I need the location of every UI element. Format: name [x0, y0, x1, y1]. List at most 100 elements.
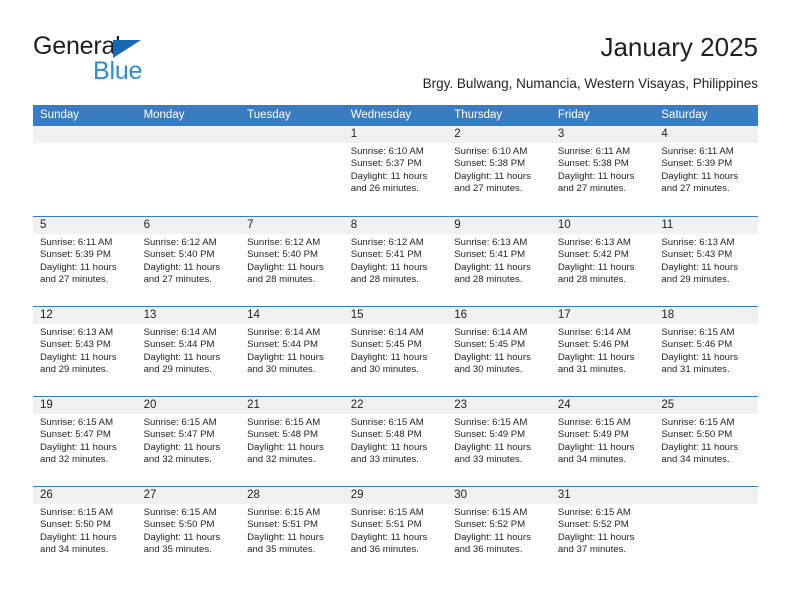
calendar-day-cell[interactable]: 2 Sunrise: 6:10 AM Sunset: 5:38 PM Daylight…: [447, 126, 551, 216]
sunrise-text: Sunrise: 6:15 AM: [454, 507, 528, 518]
day-sun-info: Sunrise: 6:15 AM Sunset: 5:50 PM Daylight:…: [661, 417, 754, 467]
daylight-text: Daylight: 11 hours and 33 minutes.: [454, 441, 531, 466]
sunset-text: Sunset: 5:44 PM: [247, 339, 319, 351]
calendar-day-cell[interactable]: 10 Sunrise: 6:13 AM Sunset: 5:42 PM Dayligh…: [550, 217, 655, 306]
calendar-day-cell[interactable]: 12 Sunrise: 6:13 AM Sunset: 5:43 PM Dayligh…: [33, 307, 137, 396]
calendar-day-cell-empty: [136, 126, 241, 216]
day-sun-info: Sunrise: 6:14 AM Sunset: 5:44 PM Daylight:…: [144, 327, 237, 377]
day-number: 26: [40, 489, 53, 501]
sunset-text: Sunset: 5:41 PM: [454, 249, 526, 261]
day-sun-info: Sunrise: 6:12 AM Sunset: 5:41 PM Daylight:…: [351, 237, 444, 287]
daylight-text: Daylight: 11 hours and 32 minutes.: [143, 441, 221, 466]
calendar-day-cell[interactable]: 24 Sunrise: 6:15 AM Sunset: 5:49 PM Dayligh…: [550, 397, 655, 486]
calendar-day-cell[interactable]: 22 Sunrise: 6:15 AM Sunset: 5:48 PM Dayligh…: [343, 397, 448, 486]
page-subtitle: Brgy. Bulwang, Numancia, Western Visayas…: [422, 76, 758, 91]
daylight-text: Daylight: 11 hours and 27 minutes.: [454, 170, 531, 195]
brand-logo[interactable]: General Blue: [33, 32, 233, 88]
sunrise-text: Sunrise: 6:13 AM: [557, 237, 631, 248]
sunrise-text: Sunrise: 6:15 AM: [40, 417, 114, 428]
day-number: 30: [454, 489, 468, 501]
calendar-day-cell[interactable]: 13 Sunrise: 6:14 AM Sunset: 5:44 PM Dayligh…: [136, 307, 241, 396]
sunrise-text: Sunrise: 6:14 AM: [143, 327, 217, 338]
calendar-day-cell-empty: [240, 126, 344, 216]
day-sun-info: Sunrise: 6:11 AM Sunset: 5:38 PM Daylight:…: [558, 146, 651, 196]
calendar-day-cell[interactable]: 16 Sunrise: 6:14 AM Sunset: 5:45 PM Dayligh…: [447, 307, 551, 396]
calendar-day-cell[interactable]: 15 Sunrise: 6:14 AM Sunset: 5:45 PM Dayligh…: [343, 307, 448, 396]
weekday-header-saturday: Saturday: [661, 109, 708, 121]
daylight-text: Daylight: 11 hours and 28 minutes.: [557, 261, 635, 286]
calendar-day-cell[interactable]: 29 Sunrise: 6:15 AM Sunset: 5:51 PM Dayligh…: [343, 487, 448, 576]
page-header: General Blue January 2025 Brgy. Bulwang,…: [0, 0, 792, 100]
sunrise-text: Sunrise: 6:10 AM: [350, 146, 424, 157]
day-number: 29: [350, 489, 364, 501]
daylight-text: Daylight: 11 hours and 27 minutes.: [40, 261, 117, 286]
weekday-header-friday: Friday: [557, 109, 590, 121]
sunset-text: Sunset: 5:38 PM: [454, 158, 526, 170]
weekday-header-monday: Monday: [143, 109, 185, 121]
weekday-header-thursday: Thursday: [454, 109, 503, 121]
day-sun-info: Sunrise: 6:15 AM Sunset: 5:48 PM Daylight:…: [247, 417, 340, 467]
calendar-day-cell[interactable]: 5 Sunrise: 6:11 AM Sunset: 5:39 PM Daylight…: [33, 217, 137, 306]
day-number: 3: [557, 128, 565, 140]
calendar-day-cell[interactable]: 20 Sunrise: 6:15 AM Sunset: 5:47 PM Dayligh…: [136, 397, 241, 486]
day-sun-info: Sunrise: 6:15 AM Sunset: 5:49 PM Daylight:…: [558, 417, 651, 467]
calendar-day-cell[interactable]: 7 Sunrise: 6:12 AM Sunset: 5:40 PM Daylight…: [240, 217, 344, 306]
calendar-day-cell[interactable]: 1 Sunrise: 6:10 AM Sunset: 5:37 PM Daylight…: [343, 126, 448, 216]
calendar-day-cell[interactable]: 28 Sunrise: 6:15 AM Sunset: 5:51 PM Dayligh…: [240, 487, 344, 576]
day-number: 12: [40, 309, 53, 321]
sunset-text: Sunset: 5:51 PM: [350, 519, 422, 531]
daylight-text: Daylight: 11 hours and 33 minutes.: [350, 441, 428, 466]
sunrise-text: Sunrise: 6:15 AM: [143, 417, 217, 428]
daylight-text: Daylight: 11 hours and 37 minutes.: [557, 531, 635, 556]
sunset-text: Sunset: 5:44 PM: [143, 339, 215, 351]
day-number: 8: [350, 219, 358, 231]
calendar-day-cell[interactable]: 8 Sunrise: 6:12 AM Sunset: 5:41 PM Daylight…: [343, 217, 448, 306]
calendar-day-cell[interactable]: 30 Sunrise: 6:15 AM Sunset: 5:52 PM Dayligh…: [447, 487, 551, 576]
day-number: 28: [247, 489, 260, 501]
sunrise-text: Sunrise: 6:11 AM: [557, 146, 631, 157]
sunset-text: Sunset: 5:43 PM: [40, 339, 111, 351]
calendar-day-cell[interactable]: 17 Sunrise: 6:14 AM Sunset: 5:46 PM Dayligh…: [550, 307, 655, 396]
calendar-day-cell[interactable]: 6 Sunrise: 6:12 AM Sunset: 5:40 PM Daylight…: [136, 217, 241, 306]
sunrise-text: Sunrise: 6:15 AM: [350, 417, 424, 428]
calendar-day-cell[interactable]: 27 Sunrise: 6:15 AM Sunset: 5:50 PM Dayligh…: [136, 487, 241, 576]
daylight-text: Daylight: 11 hours and 28 minutes.: [350, 261, 428, 286]
daylight-text: Daylight: 11 hours and 36 minutes.: [454, 531, 531, 556]
calendar-day-cell[interactable]: 23 Sunrise: 6:15 AM Sunset: 5:49 PM Dayligh…: [447, 397, 551, 486]
day-number: 21: [247, 399, 260, 411]
day-number: 2: [454, 128, 461, 140]
calendar-day-cell[interactable]: 31 Sunrise: 6:15 AM Sunset: 5:52 PM Dayligh…: [550, 487, 655, 576]
calendar-day-cell[interactable]: 11 Sunrise: 6:13 AM Sunset: 5:43 PM Dayligh…: [654, 217, 758, 306]
calendar-day-cell[interactable]: 25 Sunrise: 6:15 AM Sunset: 5:50 PM Dayligh…: [654, 397, 758, 486]
daylight-text: Daylight: 11 hours and 34 minutes.: [40, 531, 117, 556]
day-number: 24: [557, 399, 571, 411]
calendar-day-cell[interactable]: 21 Sunrise: 6:15 AM Sunset: 5:48 PM Dayligh…: [240, 397, 344, 486]
day-sun-info: Sunrise: 6:15 AM Sunset: 5:51 PM Daylight:…: [247, 507, 340, 557]
calendar-day-cell[interactable]: 19 Sunrise: 6:15 AM Sunset: 5:47 PM Dayligh…: [33, 397, 137, 486]
calendar-day-cell[interactable]: 26 Sunrise: 6:15 AM Sunset: 5:50 PM Dayligh…: [33, 487, 137, 576]
day-number: 13: [143, 309, 157, 321]
day-number: 11: [661, 219, 674, 231]
sunrise-text: Sunrise: 6:14 AM: [247, 327, 321, 338]
day-sun-info: Sunrise: 6:10 AM Sunset: 5:37 PM Daylight:…: [351, 146, 444, 196]
triangle-logo-icon: [113, 40, 141, 58]
day-sun-info: Sunrise: 6:15 AM Sunset: 5:47 PM Daylight:…: [144, 417, 237, 467]
calendar-day-cell[interactable]: 3 Sunrise: 6:11 AM Sunset: 5:38 PM Daylight…: [550, 126, 655, 216]
day-number: 7: [247, 219, 254, 231]
day-number: 31: [557, 489, 571, 501]
day-number: 1: [350, 128, 358, 140]
calendar-day-cell[interactable]: 14 Sunrise: 6:14 AM Sunset: 5:44 PM Dayligh…: [240, 307, 344, 396]
calendar-day-cell[interactable]: 18 Sunrise: 6:15 AM Sunset: 5:46 PM Dayligh…: [654, 307, 758, 396]
calendar-day-cell[interactable]: 9 Sunrise: 6:13 AM Sunset: 5:41 PM Daylight…: [447, 217, 551, 306]
sunrise-text: Sunrise: 6:15 AM: [557, 417, 631, 428]
day-sun-info: Sunrise: 6:15 AM Sunset: 5:50 PM Daylight:…: [40, 507, 133, 557]
sunset-text: Sunset: 5:45 PM: [350, 339, 422, 351]
calendar-grid: Sunday Monday Tuesday Wednesday Thursday…: [33, 105, 758, 576]
calendar-day-cell[interactable]: 4 Sunrise: 6:11 AM Sunset: 5:39 PM Daylight…: [654, 126, 758, 216]
day-sun-info: Sunrise: 6:12 AM Sunset: 5:40 PM Daylight:…: [247, 237, 340, 287]
sunset-text: Sunset: 5:47 PM: [143, 429, 215, 441]
day-number: 25: [661, 399, 675, 411]
calendar-weeks: 1 Sunrise: 6:10 AM Sunset: 5:37 PM Daylight…: [33, 126, 758, 576]
daylight-text: Daylight: 11 hours and 28 minutes.: [247, 261, 324, 286]
sunrise-text: Sunrise: 6:14 AM: [454, 327, 528, 338]
